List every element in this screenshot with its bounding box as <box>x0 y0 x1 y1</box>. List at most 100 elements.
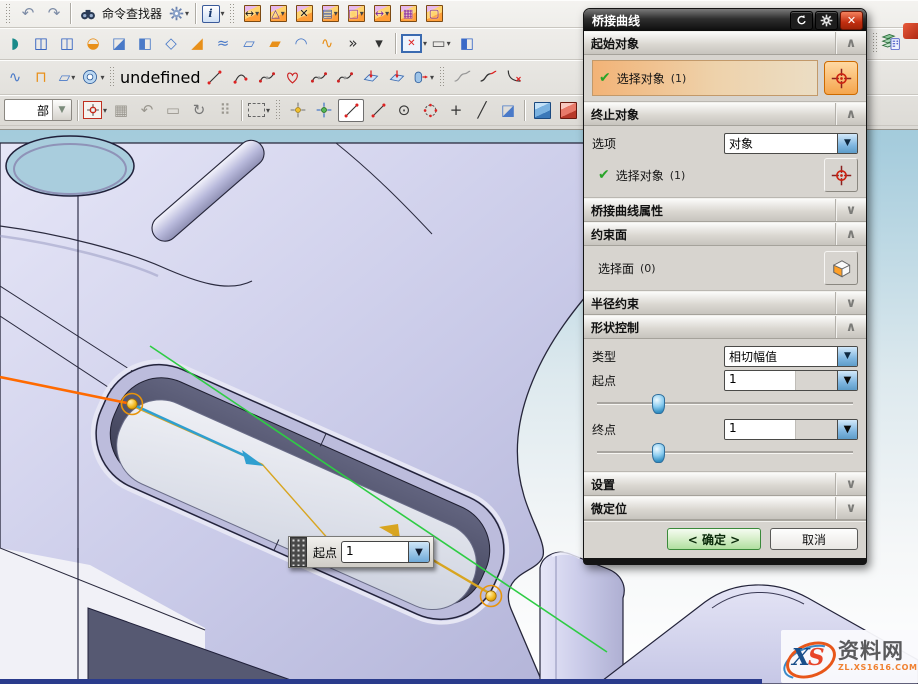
section-header-settings[interactable]: 设置 ∨ <box>584 472 866 496</box>
dialog-titlebar[interactable]: 桥接曲线 ✕ <box>584 9 866 31</box>
info-tools-icon[interactable]: i▾ <box>201 2 225 25</box>
combo-dropdown-icon[interactable]: ▼ <box>837 134 857 153</box>
collapse-chevron-icon[interactable]: ∧ <box>835 103 866 125</box>
dropdown-caret-icon[interactable]: ▾ <box>185 9 189 18</box>
shell-body-icon[interactable]: ▢ <box>422 2 446 25</box>
boss-icon[interactable]: ⊓ <box>29 66 53 89</box>
scope-dropdown[interactable]: 部▼ <box>4 99 72 121</box>
dome-icon[interactable]: ◒ <box>81 32 105 55</box>
clipped-cube-icon[interactable]: ◧ <box>455 32 479 55</box>
start-select-row[interactable]: ✔ 选择对象 (1) <box>592 60 818 96</box>
section-header-radius-constraint[interactable]: 半径约束 ∨ <box>584 291 866 315</box>
slider-thumb[interactable] <box>652 443 665 463</box>
shape-type-combo[interactable]: 相切幅值 ▼ <box>724 346 858 367</box>
profile-icon[interactable]: undefined <box>120 66 201 89</box>
dropdown-caret-icon[interactable]: ▾ <box>447 39 451 48</box>
face-select-row[interactable]: 选择面 (0) <box>592 253 818 283</box>
intersect-curve-icon[interactable] <box>385 66 409 89</box>
dropdown-caret-icon[interactable]: ▾ <box>221 9 225 18</box>
collapse-chevron-icon[interactable]: ∧ <box>835 32 866 54</box>
dropdown-caret-icon[interactable]: ▾ <box>266 106 270 115</box>
collapse-chevron-icon[interactable]: ∧ <box>835 316 866 338</box>
snap-point-icon[interactable] <box>286 99 310 122</box>
dropdown-caret-icon[interactable]: ▼ <box>52 100 71 120</box>
drag-handle-icon[interactable] <box>290 537 307 567</box>
inactive-drag-icon[interactable]: ⠿ <box>213 99 237 122</box>
rotate-point-icon[interactable]: ↻ <box>187 99 211 122</box>
offset-region-icon[interactable]: △▾ <box>266 2 290 25</box>
end-select-crosshair-button[interactable] <box>824 158 858 192</box>
sew-icon[interactable]: ≈ <box>211 32 235 55</box>
command-finder-label[interactable]: 命令查找器 <box>102 5 162 22</box>
section-header-bridge-props[interactable]: 桥接曲线属性 ∨ <box>584 198 866 222</box>
clipped-red-icon[interactable] <box>903 23 918 39</box>
section-header-start-object[interactable]: 起始对象 ∧ <box>584 31 866 55</box>
bridge-ghost-icon[interactable] <box>450 66 474 89</box>
section-header-constraint-face[interactable]: 约束面 ∧ <box>584 222 866 246</box>
project-curve-icon[interactable] <box>359 66 383 89</box>
dropdown-caret-icon[interactable]: ▾ <box>430 73 434 82</box>
closed-spline-icon[interactable] <box>281 66 305 89</box>
inactive-laptop-icon[interactable]: ▭ <box>161 99 185 122</box>
spinner-dropdown-icon[interactable]: ▼ <box>837 420 857 439</box>
layer-settings-icon[interactable] <box>879 30 903 53</box>
dropdown-caret-icon[interactable]: ▾ <box>360 9 364 18</box>
copy-face-icon[interactable]: ▤▾ <box>318 2 342 25</box>
section-header-micro-positioning[interactable]: 微定位 ∨ <box>584 496 866 520</box>
toolbar-drag-handle[interactable] <box>5 3 12 25</box>
dropdown-caret-icon[interactable]: ▾ <box>255 9 259 18</box>
sheet-body-icon[interactable]: ◇ <box>159 32 183 55</box>
snap-settings-icon[interactable] <box>312 99 336 122</box>
cancel-button[interactable]: 取消 <box>770 528 858 550</box>
end-value-slider[interactable] <box>594 442 856 462</box>
section-header-end-object[interactable]: 终止对象 ∧ <box>584 102 866 126</box>
slider-thumb[interactable] <box>652 394 665 414</box>
floating-input-field[interactable]: 1 <box>342 542 408 562</box>
end-handle-ball[interactable] <box>486 591 496 601</box>
undo-icon[interactable]: ↶ <box>16 2 40 25</box>
tube-icon[interactable]: ▾ <box>81 66 105 89</box>
toolbar-drag-handle[interactable] <box>229 3 236 25</box>
corner-curve-icon[interactable] <box>502 66 526 89</box>
extract-curve-icon[interactable]: ▾ <box>411 66 435 89</box>
spinner-dropdown-icon[interactable]: ▼ <box>837 371 857 390</box>
dropdown-caret-icon[interactable]: ▾ <box>71 73 75 82</box>
dropdown-caret-icon[interactable]: ▾ <box>385 9 389 18</box>
dropdown-caret-icon[interactable]: ▾ <box>281 9 285 18</box>
end-option-combo[interactable]: 对象 ▼ <box>724 133 858 154</box>
command-finder-icon[interactable] <box>76 2 100 25</box>
plus-snap-icon[interactable]: + <box>444 99 468 122</box>
toolbar-drag-handle[interactable] <box>109 66 116 88</box>
face-snap-icon[interactable]: ◪ <box>496 99 520 122</box>
floating-input-dropdown-icon[interactable]: ▼ <box>408 542 429 562</box>
flatten-sheet-icon[interactable]: ▱▾ <box>55 66 79 89</box>
marquee-select-icon[interactable]: ▾ <box>247 99 271 122</box>
end-value-spinner[interactable]: 1 ▼ <box>724 419 858 440</box>
redo-icon[interactable]: ↷ <box>42 2 66 25</box>
expand-chevron-icon[interactable]: ∨ <box>835 199 866 221</box>
offset-surface-icon[interactable]: ▰ <box>263 32 287 55</box>
overflow-caret-icon[interactable]: ▾ <box>367 32 391 55</box>
dropdown-caret-icon[interactable]: ▾ <box>103 106 107 115</box>
dialog-close-icon[interactable]: ✕ <box>840 11 863 30</box>
dialog-reset-icon[interactable] <box>790 11 813 30</box>
inactive-undo-icon[interactable]: ↶ <box>135 99 159 122</box>
end-select-row[interactable]: ✔ 选择对象 (1) <box>592 160 818 190</box>
start-value-slider[interactable] <box>594 393 856 413</box>
start-value-spinner[interactable]: 1 ▼ <box>724 370 858 391</box>
quadrant-snap-icon[interactable] <box>418 99 442 122</box>
spline-edit-icon[interactable] <box>307 66 331 89</box>
trim-body-icon[interactable]: ◪ <box>107 32 131 55</box>
point-on-curve-snap-icon[interactable] <box>366 99 390 122</box>
spline-edit2-icon[interactable] <box>333 66 357 89</box>
endpoint-snap-icon[interactable] <box>338 99 364 122</box>
split-body-icon[interactable]: ◧ <box>133 32 157 55</box>
thicken-icon[interactable]: ▱ <box>237 32 261 55</box>
fit-window-icon[interactable]: ✕▾ <box>401 32 427 55</box>
section-header-shape-control[interactable]: 形状控制 ∧ <box>584 315 866 339</box>
expand-chevron-icon[interactable]: ∨ <box>835 473 866 495</box>
line-icon[interactable] <box>203 66 227 89</box>
customize-tools-icon[interactable]: ▾ <box>167 2 191 25</box>
toolbar-drag-handle[interactable] <box>872 32 879 54</box>
wireframe-view-cube-icon[interactable] <box>556 99 580 122</box>
